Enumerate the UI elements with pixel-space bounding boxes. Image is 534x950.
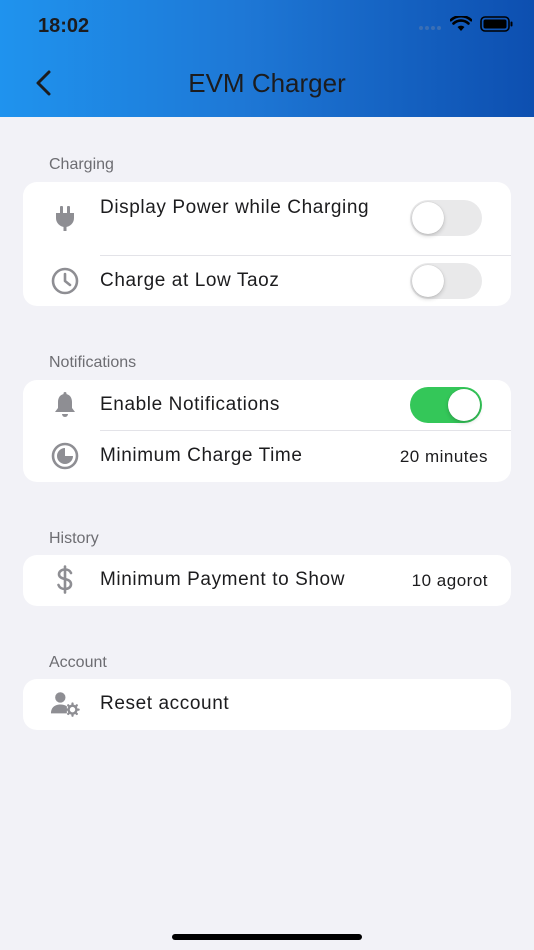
wifi-icon	[449, 14, 473, 37]
charging-card: Display Power while Charging Charge at L…	[23, 182, 511, 306]
row-label: Enable Notifications	[100, 394, 280, 415]
section-label-notifications: Notifications	[49, 354, 137, 371]
dollar-icon	[50, 565, 80, 595]
chevron-left-icon	[34, 69, 52, 102]
charge-low-taoz-toggle[interactable]	[410, 263, 482, 299]
user-gear-icon	[50, 689, 80, 719]
app-header: 18:02 EVM Charger	[0, 0, 534, 117]
row-label: Charge at Low Taoz	[100, 270, 280, 291]
row-display-power: Display Power while Charging	[23, 182, 511, 255]
row-label: Reset account	[100, 693, 230, 714]
section-label-charging: Charging	[49, 156, 114, 173]
bell-icon	[50, 390, 80, 420]
page-title: EVM Charger	[188, 68, 346, 98]
back-button[interactable]	[28, 68, 58, 102]
status-time: 18:02	[38, 15, 90, 37]
display-power-toggle[interactable]	[410, 200, 482, 236]
toggle-knob	[412, 265, 444, 297]
plug-icon	[50, 203, 80, 233]
row-label: Minimum Payment to Show	[100, 569, 346, 590]
history-card: Minimum Payment to Show 10 agorot	[23, 555, 511, 606]
toggle-knob	[412, 202, 444, 234]
battery-icon	[480, 16, 514, 37]
row-enable-notifications: Enable Notifications	[23, 380, 511, 430]
toggle-knob	[448, 389, 480, 421]
section-label-history: History	[49, 530, 99, 547]
row-value: 10 agorot	[411, 571, 488, 590]
row-minimum-charge-time[interactable]: Minimum Charge Time 20 minutes	[23, 431, 511, 482]
notifications-card: Enable Notifications Minimum Charge Time…	[23, 380, 511, 482]
status-icons	[418, 14, 514, 37]
row-charge-low-taoz: Charge at Low Taoz	[23, 256, 511, 306]
section-label-account: Account	[49, 654, 107, 671]
row-minimum-payment[interactable]: Minimum Payment to Show 10 agorot	[23, 555, 511, 606]
row-reset-account[interactable]: Reset account	[23, 679, 511, 730]
row-label: Minimum Charge Time	[100, 445, 303, 466]
account-card: Reset account	[23, 679, 511, 730]
cellular-signal-icon	[418, 18, 442, 36]
row-label: Display Power while Charging	[100, 197, 370, 218]
timer-icon	[50, 441, 80, 471]
row-value: 20 minutes	[399, 447, 488, 466]
enable-notifications-toggle[interactable]	[410, 387, 482, 423]
clock-icon	[50, 266, 80, 296]
home-indicator	[172, 934, 362, 940]
